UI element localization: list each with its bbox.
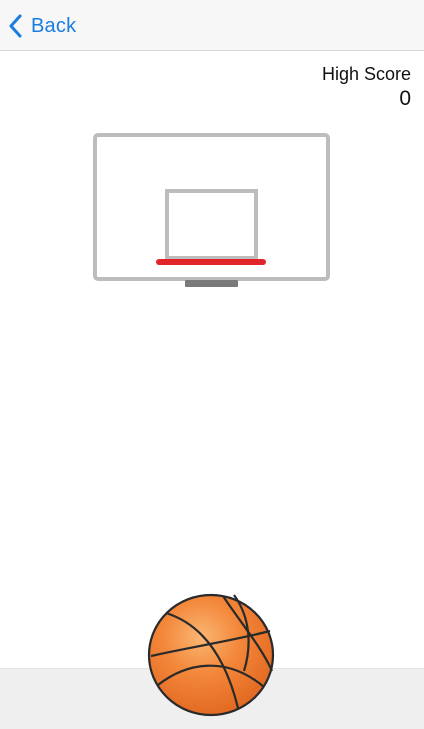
basketball-icon xyxy=(147,593,275,717)
basketball[interactable] xyxy=(146,593,276,717)
backboard-target-square xyxy=(165,189,258,260)
hoop-bracket xyxy=(185,280,238,287)
basketball-hoop xyxy=(93,133,330,287)
game-screen: Back High Score 0 xyxy=(0,0,424,729)
hoop-rim xyxy=(156,259,266,265)
